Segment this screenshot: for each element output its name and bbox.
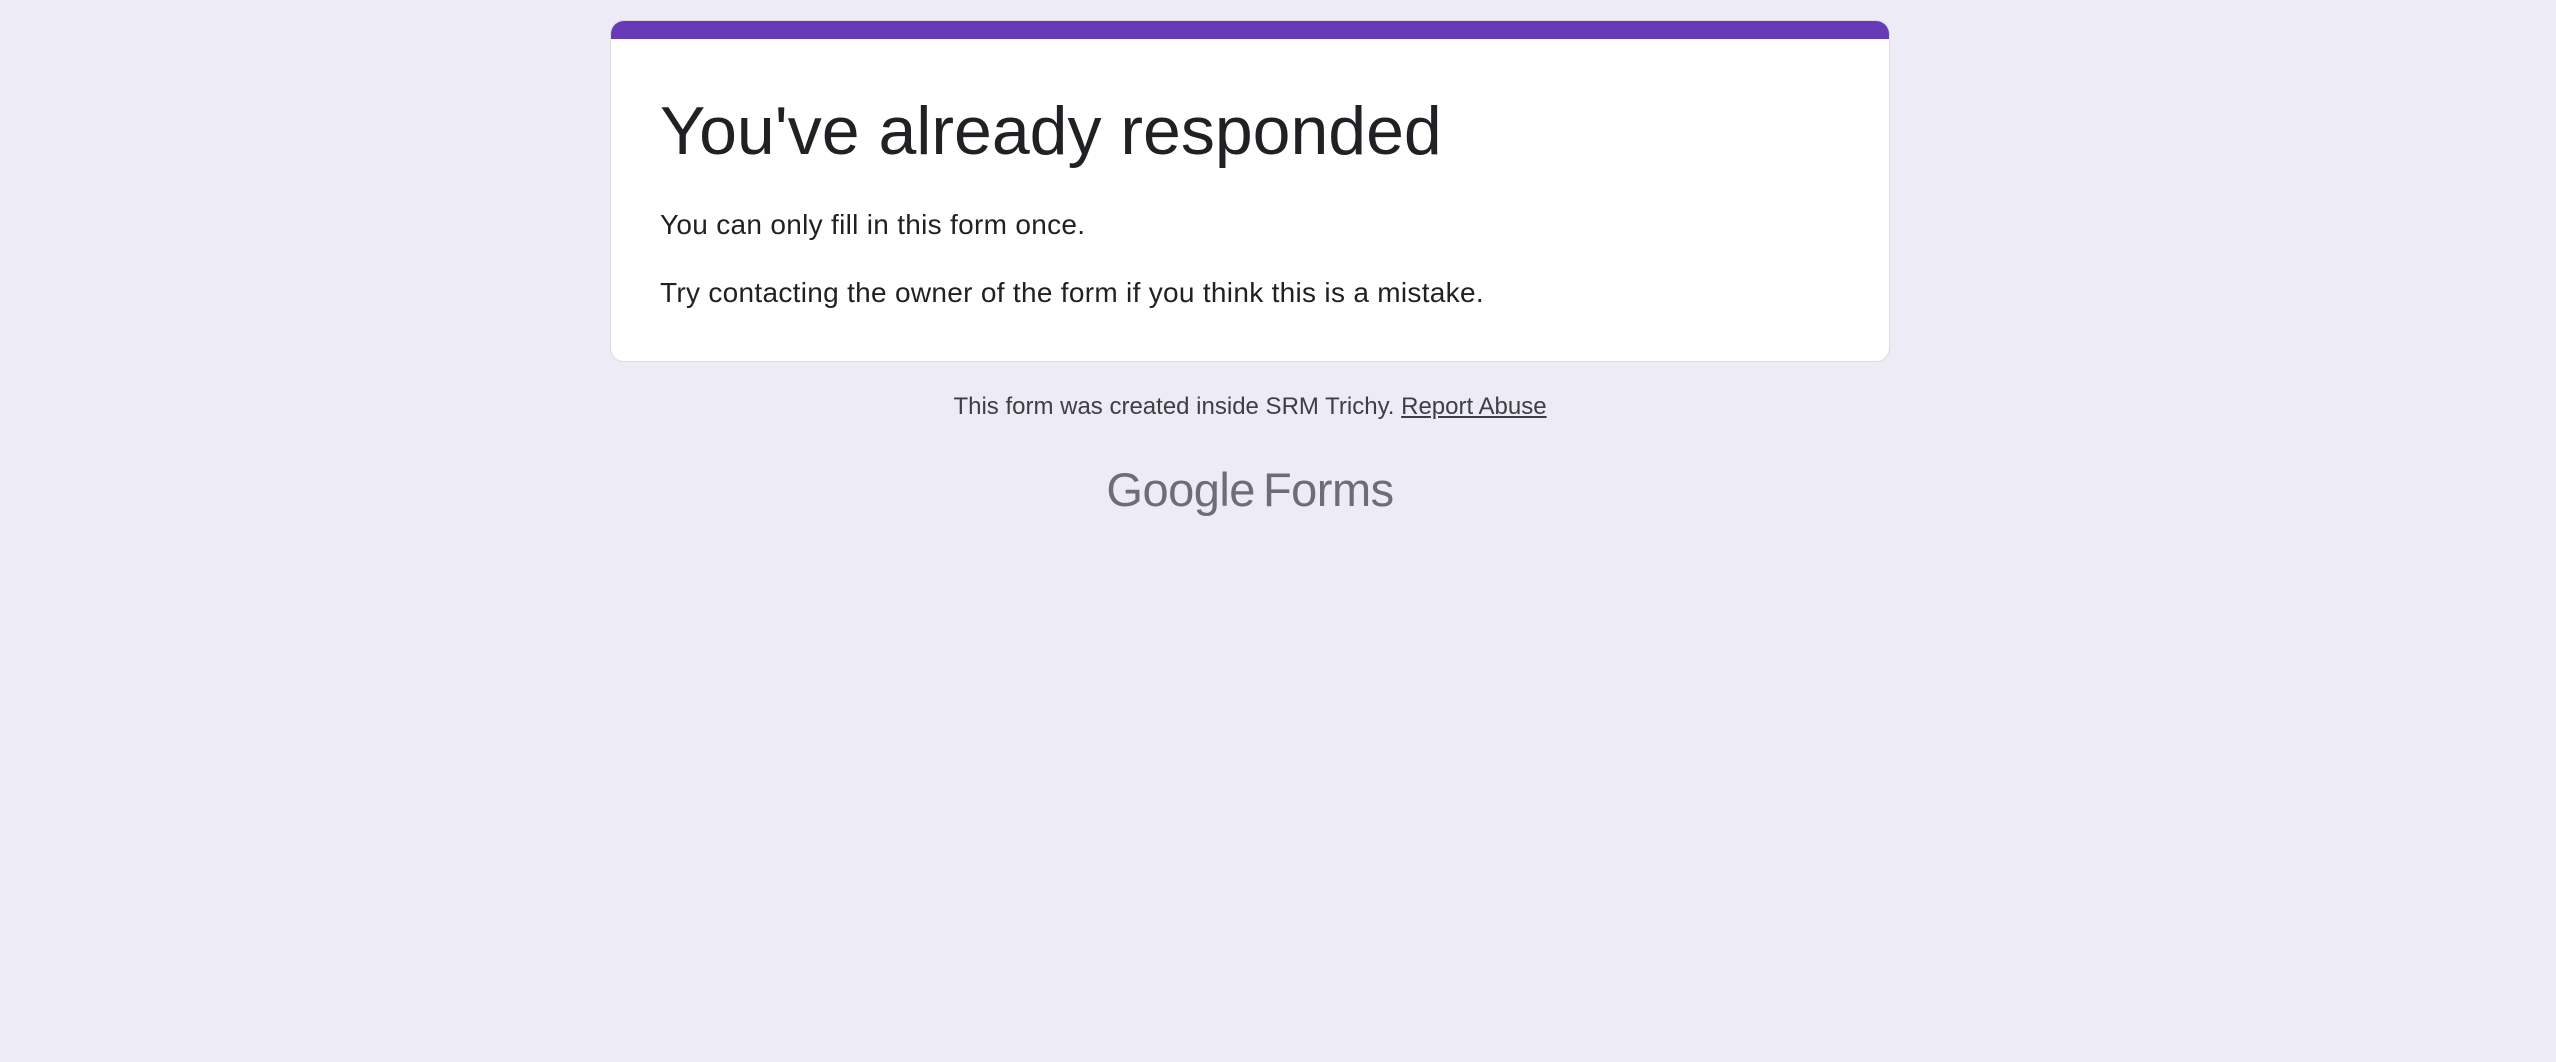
page-title: You've already responded [660,93,1442,169]
card-accent-bar [611,21,1889,39]
response-card: You've already responded You can only fi… [610,20,1890,362]
logo-google-text: Google [1106,463,1255,516]
footer-note-text: This form was created inside SRM Trichy. [953,393,1402,420]
google-forms-logo[interactable]: Google Forms [0,462,2500,517]
report-abuse-link[interactable]: Report Abuse [1401,393,1546,420]
message-line-2: Try contacting the owner of the form if … [660,277,1484,308]
logo-forms-text: Forms [1262,463,1394,516]
footer-note: This form was created inside SRM Trichy.… [0,393,2500,421]
message-line-1: You can only fill in this form once. [660,209,1086,240]
